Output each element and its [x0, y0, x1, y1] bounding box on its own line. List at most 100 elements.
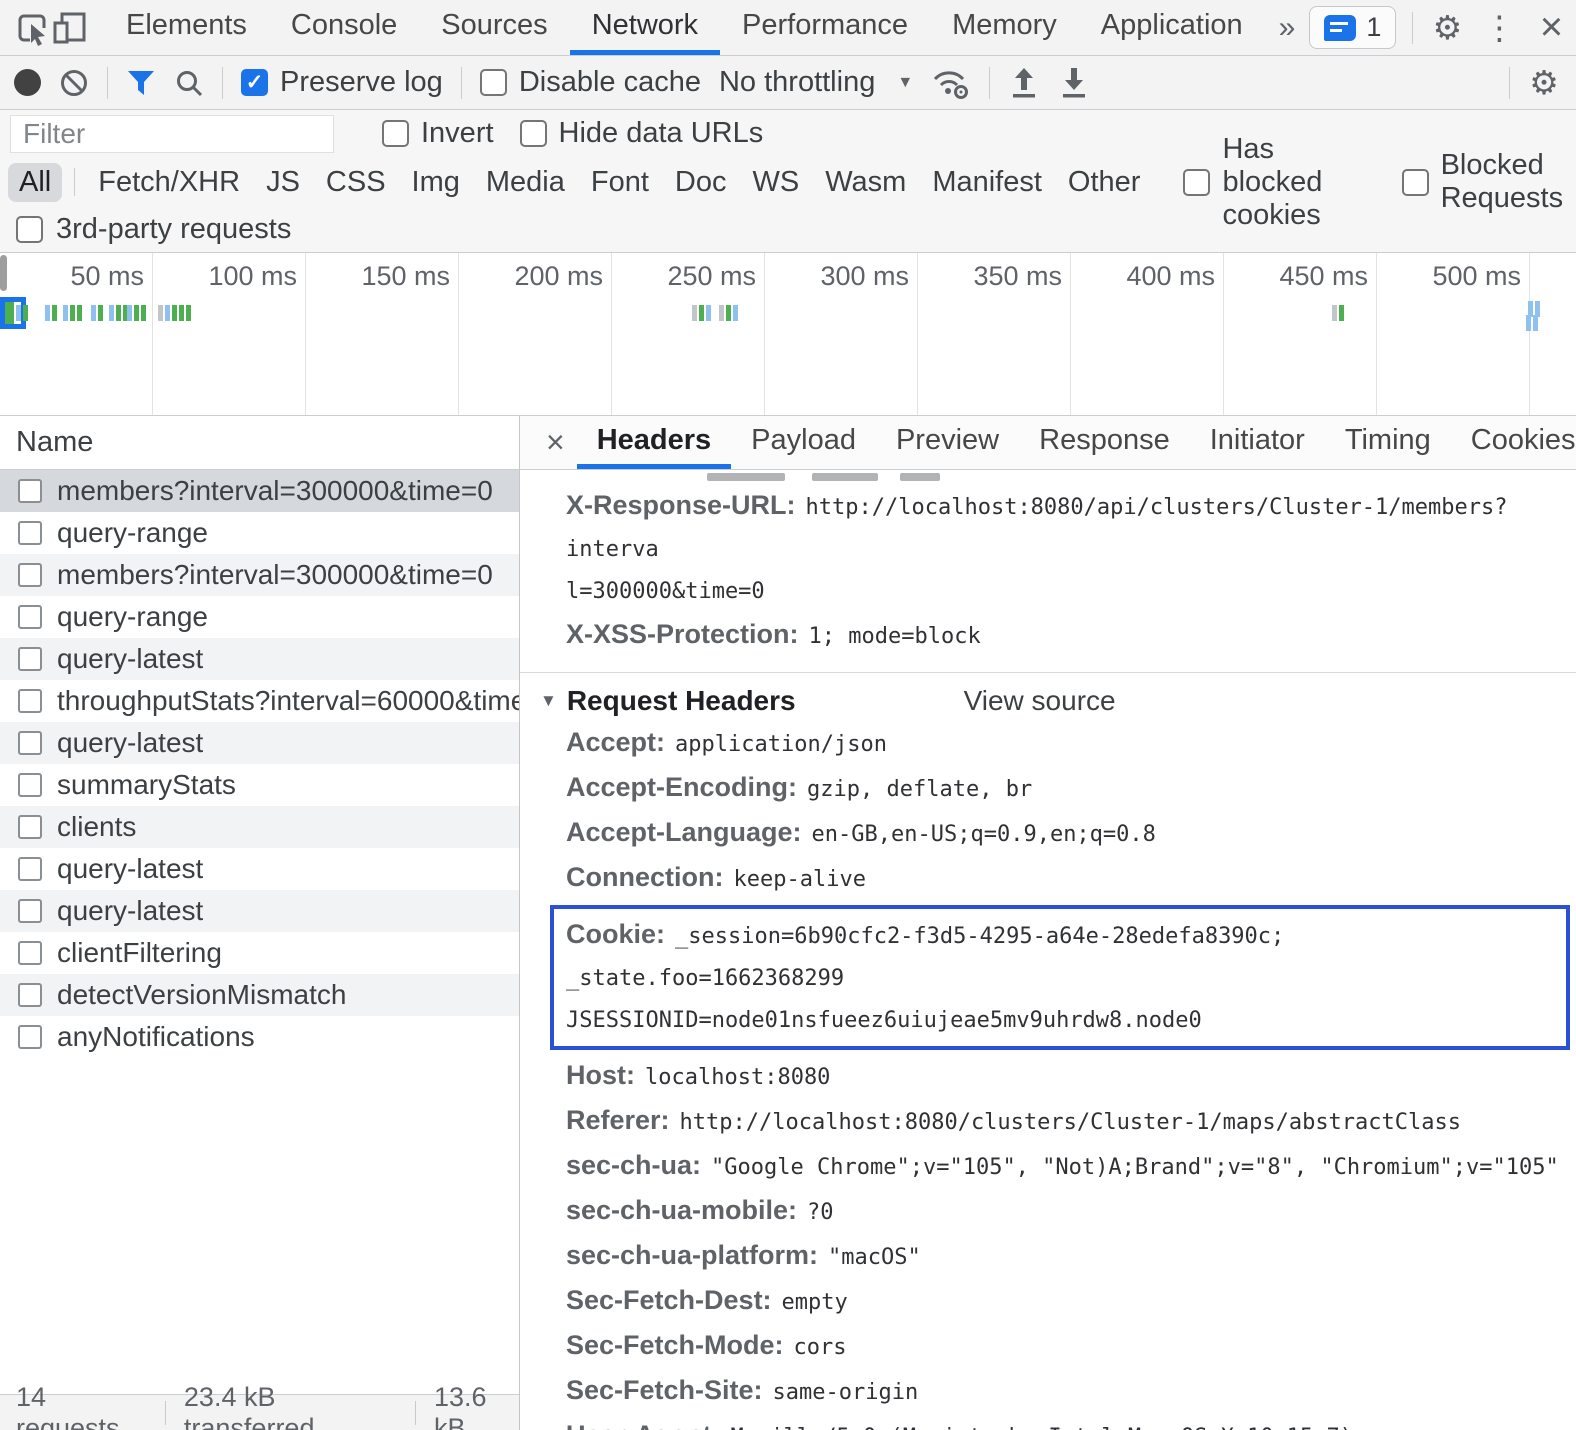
settings-gear-icon[interactable]: ⚙	[1429, 8, 1465, 47]
request-checkbox[interactable]	[18, 857, 42, 881]
more-options-icon[interactable]: ⋮	[1481, 8, 1517, 47]
blocked-requests-label: Blocked Requests	[1441, 149, 1568, 215]
header-value: empty	[782, 1290, 848, 1315]
message-bubble-icon	[1324, 15, 1356, 41]
third-party-checkbox[interactable]	[16, 216, 43, 243]
header-name: Sec-Fetch-Dest:	[566, 1285, 772, 1315]
request-checkbox[interactable]	[18, 479, 42, 503]
timeline-tick-300-ms: 300 ms	[765, 253, 918, 415]
type-filter-fetch-xhr[interactable]: Fetch/XHR	[87, 163, 251, 202]
header-sec-fetch-mode: Sec-Fetch-Mode:cors	[520, 1324, 1576, 1369]
throttling-dropdown[interactable]: No throttling ▼	[719, 66, 913, 99]
network-main-area: Name members?interval=300000&time=0query…	[0, 416, 1576, 1430]
request-checkbox[interactable]	[18, 689, 42, 713]
main-tab-performance[interactable]: Performance	[720, 0, 930, 55]
request-row[interactable]: throughputStats?interval=60000&time=0	[0, 680, 519, 722]
main-tab-elements[interactable]: Elements	[104, 0, 269, 55]
close-details-icon[interactable]: ×	[534, 416, 577, 469]
request-row[interactable]: query-range	[0, 596, 519, 638]
request-checkbox[interactable]	[18, 563, 42, 587]
device-toolbar-icon[interactable]	[50, 0, 88, 55]
type-filter-manifest[interactable]: Manifest	[921, 163, 1053, 202]
export-har-icon[interactable]	[1058, 66, 1090, 100]
issues-badge[interactable]: 1	[1309, 6, 1396, 49]
more-tabs-chevron-icon[interactable]: »	[1265, 0, 1310, 55]
detail-tab-initiator[interactable]: Initiator	[1190, 416, 1325, 469]
blocked-requests-checkbox[interactable]	[1402, 169, 1429, 196]
close-devtools-icon[interactable]: ×	[1533, 5, 1569, 50]
search-icon[interactable]	[174, 68, 204, 98]
request-row[interactable]: query-latest	[0, 722, 519, 764]
request-checkbox[interactable]	[18, 815, 42, 839]
request-row[interactable]: query-latest	[0, 848, 519, 890]
request-checkbox[interactable]	[18, 773, 42, 797]
request-checkbox[interactable]	[18, 731, 42, 755]
request-row[interactable]: detectVersionMismatch	[0, 974, 519, 1016]
request-row[interactable]: query-range	[0, 512, 519, 554]
clear-network-log-icon[interactable]	[59, 68, 89, 98]
timeline-cells: 50 ms100 ms150 ms200 ms250 ms300 ms350 m…	[0, 253, 1576, 415]
disable-cache-checkbox[interactable]	[480, 69, 507, 96]
timeline-tick-50-ms: 50 ms	[0, 253, 153, 415]
hide-data-urls-checkbox[interactable]	[520, 120, 547, 147]
request-row[interactable]: summaryStats	[0, 764, 519, 806]
invert-checkbox[interactable]	[382, 120, 409, 147]
request-checkbox[interactable]	[18, 899, 42, 923]
main-tab-sources[interactable]: Sources	[419, 0, 569, 55]
import-har-icon[interactable]	[1008, 66, 1040, 100]
detail-tab-response[interactable]: Response	[1019, 416, 1190, 469]
timeline-tick-200-ms: 200 ms	[459, 253, 612, 415]
type-filter-other[interactable]: Other	[1057, 163, 1152, 202]
type-filter-css[interactable]: CSS	[315, 163, 397, 202]
detail-tab-timing[interactable]: Timing	[1325, 416, 1451, 469]
request-row[interactable]: clients	[0, 806, 519, 848]
type-filter-all[interactable]: All	[8, 163, 62, 202]
filter-input[interactable]	[10, 115, 334, 153]
record-network-log-button[interactable]	[14, 69, 41, 96]
disclosure-triangle-icon[interactable]: ▼	[540, 691, 557, 711]
network-settings-gear-icon[interactable]: ⚙	[1526, 63, 1562, 102]
type-filter-font[interactable]: Font	[580, 163, 660, 202]
network-overview-timeline[interactable]: 50 ms100 ms150 ms200 ms250 ms300 ms350 m…	[0, 253, 1576, 416]
request-name: query-latest	[57, 853, 203, 885]
clipped-text-sliver	[520, 472, 1576, 484]
request-row[interactable]: clientFiltering	[0, 932, 519, 974]
request-row[interactable]: anyNotifications	[0, 1016, 519, 1058]
detail-tab-cookies[interactable]: Cookies	[1451, 416, 1576, 469]
request-row[interactable]: members?interval=300000&time=0	[0, 470, 519, 512]
request-checkbox[interactable]	[18, 647, 42, 671]
type-filter-js[interactable]: JS	[255, 163, 311, 202]
preserve-log-checkbox[interactable]	[241, 69, 268, 96]
inspect-element-icon[interactable]	[14, 0, 50, 55]
request-headers-title[interactable]: Request Headers	[567, 685, 796, 717]
name-column-header[interactable]: Name	[0, 416, 519, 470]
type-filter-ws[interactable]: WS	[742, 163, 811, 202]
request-checkbox[interactable]	[18, 983, 42, 1007]
main-tab-console[interactable]: Console	[269, 0, 419, 55]
header-accept: Accept:application/json	[520, 721, 1576, 766]
divider	[461, 67, 462, 99]
has-blocked-cookies-checkbox[interactable]	[1183, 169, 1210, 196]
request-checkbox[interactable]	[18, 521, 42, 545]
view-source-link[interactable]: View source	[964, 685, 1116, 717]
request-checkbox[interactable]	[18, 941, 42, 965]
type-filter-media[interactable]: Media	[475, 163, 576, 202]
request-checkbox[interactable]	[18, 605, 42, 629]
detail-tab-preview[interactable]: Preview	[876, 416, 1019, 469]
request-row[interactable]: query-latest	[0, 638, 519, 680]
request-row[interactable]: members?interval=300000&time=0	[0, 554, 519, 596]
type-filter-wasm[interactable]: Wasm	[814, 163, 917, 202]
divider	[1412, 12, 1413, 44]
main-tab-application[interactable]: Application	[1079, 0, 1265, 55]
detail-tab-headers[interactable]: Headers	[577, 416, 731, 469]
request-checkbox[interactable]	[18, 1025, 42, 1049]
type-filter-doc[interactable]: Doc	[664, 163, 738, 202]
filter-funnel-icon[interactable]	[126, 69, 156, 97]
main-tab-memory[interactable]: Memory	[930, 0, 1079, 55]
request-row[interactable]: query-latest	[0, 890, 519, 932]
network-conditions-icon[interactable]	[931, 66, 971, 100]
main-tab-network[interactable]: Network	[570, 0, 720, 55]
detail-tab-payload[interactable]: Payload	[731, 416, 876, 469]
type-filter-img[interactable]: Img	[401, 163, 471, 202]
timeline-mark	[91, 305, 103, 321]
